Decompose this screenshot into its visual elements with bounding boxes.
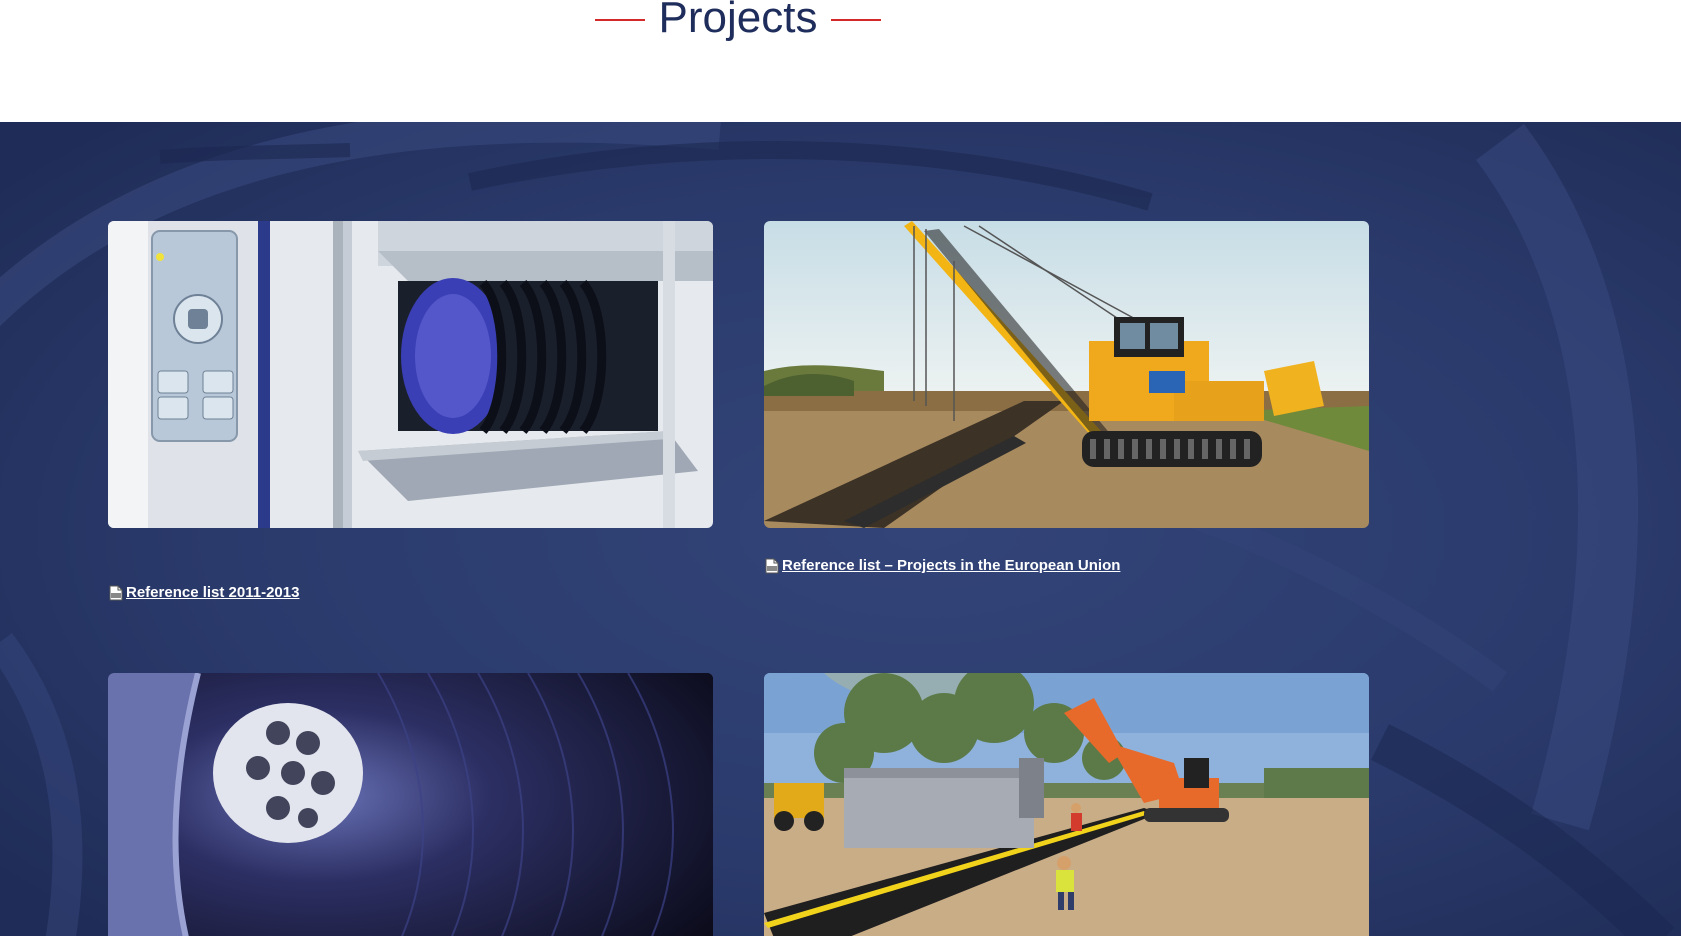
pdf-icon [765, 558, 779, 573]
projects-section: Reference list 2011-2013 Reference list … [0, 122, 1681, 936]
title-wrap: Projects [0, 0, 1476, 44]
project-image-1[interactable] [108, 221, 713, 528]
project-image-4[interactable] [764, 673, 1369, 936]
pipeline-construction-excavator-photo [764, 673, 1369, 936]
title-decoration-left [594, 19, 645, 21]
project-image-2[interactable] [764, 221, 1369, 528]
pipe-testing-machine-photo [108, 221, 713, 528]
reference-link-european-union[interactable]: Reference list – Projects in the Europea… [764, 557, 1120, 574]
project-card-1: Reference list 2011-2013 [108, 221, 713, 606]
title-decoration-right [831, 19, 882, 21]
page-title: Projects [658, 0, 818, 42]
page-header: Projects [0, 0, 1681, 122]
pipelayer-crane-photo [764, 221, 1369, 528]
project-card-3 [108, 673, 713, 936]
pipe-interior-photo [108, 673, 713, 936]
project-image-3[interactable] [108, 673, 713, 936]
reference-link-label: Reference list – Projects in the Europea… [782, 557, 1121, 574]
pdf-icon [109, 585, 123, 600]
reference-link-2011-2013[interactable]: Reference list 2011-2013 [108, 584, 299, 601]
project-card-4 [764, 673, 1369, 936]
reference-link-label: Reference list 2011-2013 [126, 584, 300, 601]
project-card-2: Reference list – Projects in the Europea… [764, 221, 1369, 579]
